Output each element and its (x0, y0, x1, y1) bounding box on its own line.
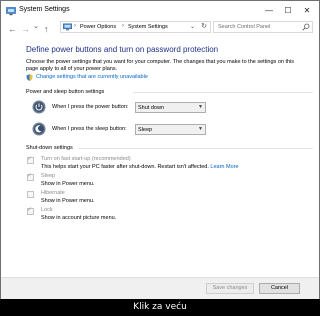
breadcrumb-system-settings[interactable]: System Settings (128, 24, 168, 30)
search-icon[interactable] (302, 23, 310, 31)
change-unavailable-settings-link[interactable]: Change settings that are currently unava… (36, 74, 148, 80)
system-settings-window: System Settings — ☐ ✕ ← → ⌄ ↑ › Power Op… (0, 0, 320, 299)
footer-bar: Save changes Cancel (1, 277, 319, 299)
search-box[interactable]: Search Control Panel (213, 21, 313, 33)
title-bar[interactable]: System Settings — ☐ ✕ (1, 1, 319, 21)
sleep-button-selected-value: Sleep (138, 126, 153, 133)
image-caption: Klik za veću (133, 302, 187, 312)
chevron-down-icon[interactable]: ⌄ (190, 22, 195, 32)
maximize-button[interactable]: ☐ (281, 4, 295, 17)
control-panel-icon (63, 23, 72, 31)
hibernate-checkbox[interactable] (27, 191, 34, 198)
uac-shield-icon (26, 74, 33, 81)
cancel-button[interactable]: Cancel (259, 283, 300, 294)
shutdown-section-title: Shut-down settings (26, 145, 73, 151)
page-description: Choose the power settings that you want … (26, 59, 295, 72)
fast-startup-label: Turn on fast start-up (recommended) (41, 156, 131, 162)
sleep-label: Sleep (41, 173, 56, 179)
sleep-button-label: When I press the sleep button: (52, 126, 127, 132)
sleep-checkbox[interactable] (27, 172, 34, 181)
power-button-label: When I press the power button: (52, 104, 129, 110)
sleep-description: Show in Power menu. (41, 181, 95, 187)
breadcrumb-separator: › (122, 23, 124, 29)
power-button-action-select[interactable]: Shut down ▼ (135, 102, 206, 113)
refresh-icon[interactable]: ↻ (201, 22, 207, 32)
forward-button[interactable]: → (21, 23, 30, 35)
chevron-down-icon: ▼ (198, 104, 203, 110)
control-panel-icon (6, 7, 16, 16)
minimize-button[interactable]: — (262, 4, 276, 17)
fast-startup-description: This helps start your PC faster after sh… (41, 164, 239, 170)
power-sleep-section-title: Power and sleep button settings (26, 89, 105, 95)
sleep-button-icon (32, 122, 46, 136)
hibernate-label: Hibernate (41, 190, 65, 196)
hibernate-description: Show in Power menu. (41, 198, 95, 204)
close-button[interactable]: ✕ (300, 4, 314, 17)
recent-locations-button[interactable]: ⌄ (33, 21, 39, 33)
page-title: Define power buttons and turn on passwor… (26, 45, 219, 54)
learn-more-link[interactable]: Learn More (210, 164, 238, 170)
sleep-button-action-select[interactable]: Sleep ▼ (135, 124, 206, 135)
window-title: System Settings (19, 6, 70, 13)
back-button[interactable]: ← (8, 23, 17, 35)
lock-checkbox[interactable] (27, 206, 34, 215)
chevron-down-icon: ▼ (198, 126, 203, 132)
lock-label: Lock (41, 207, 53, 213)
power-button-icon (32, 100, 46, 114)
save-changes-button[interactable]: Save changes (206, 283, 254, 294)
fast-startup-checkbox[interactable] (27, 155, 34, 164)
lock-description: Show in account picture menu. (41, 215, 117, 221)
up-button[interactable]: ↑ (44, 23, 49, 35)
search-input[interactable]: Search Control Panel (218, 24, 270, 30)
address-bar[interactable]: › Power Options › System Settings ⌄ ↻ (60, 21, 211, 33)
breadcrumb-power-options[interactable]: Power Options (80, 24, 116, 30)
power-button-selected-value: Shut down (138, 104, 164, 111)
breadcrumb-separator: › (74, 23, 76, 29)
section-divider (79, 148, 313, 149)
section-divider (133, 92, 313, 93)
